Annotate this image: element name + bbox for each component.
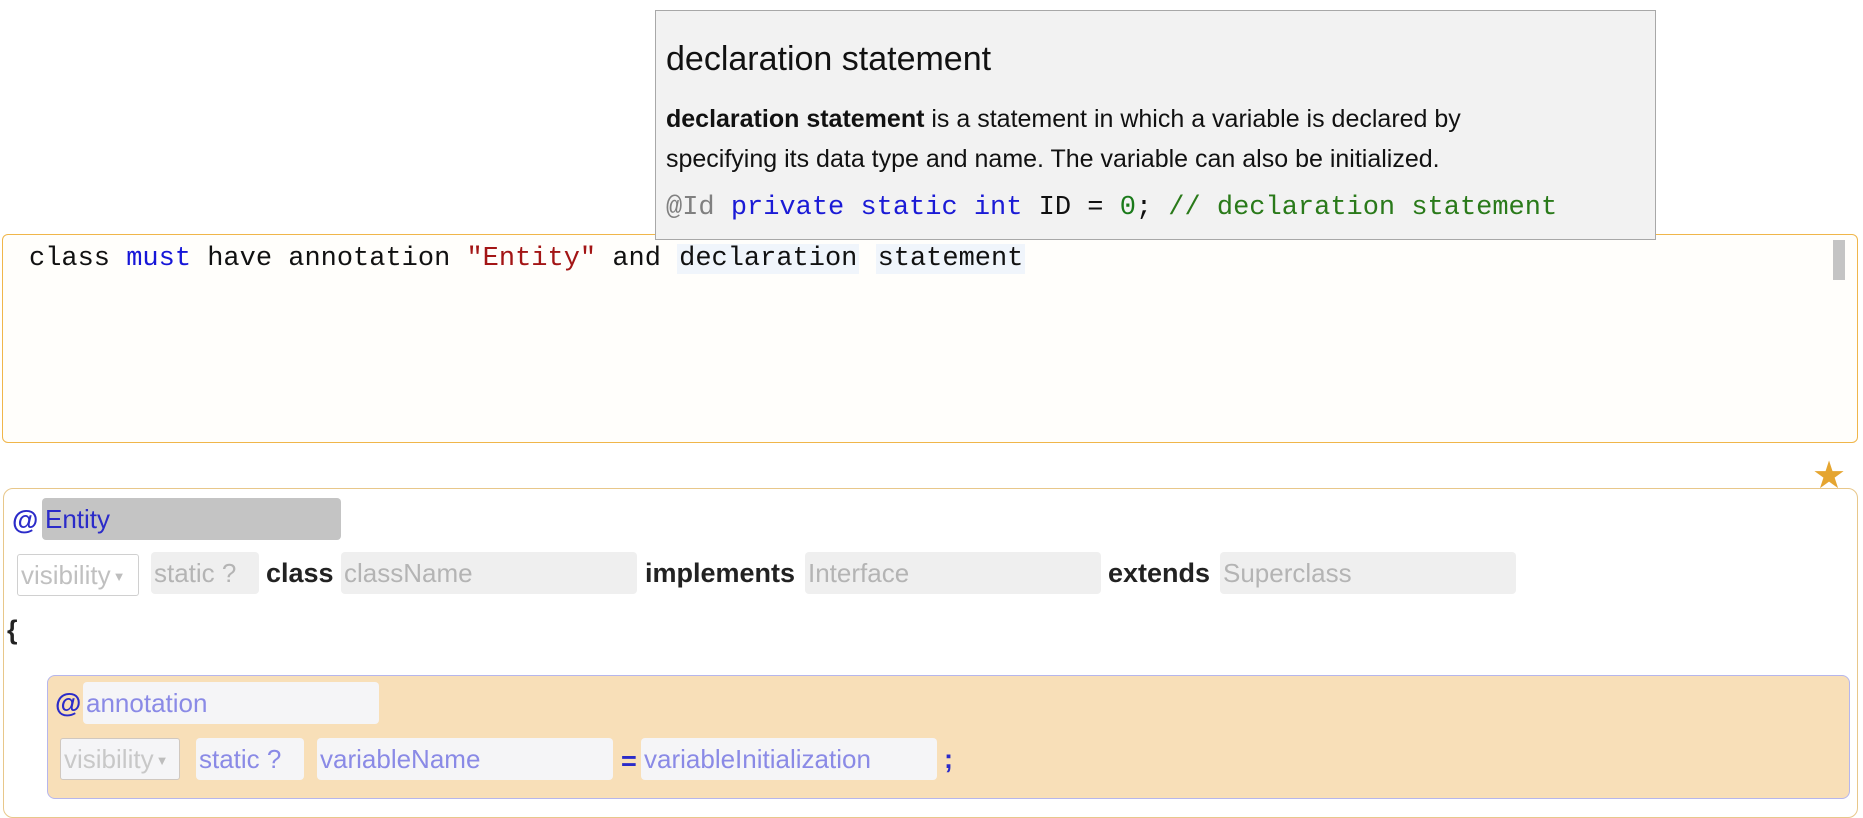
chevron-down-icon: ▼ [155, 753, 169, 769]
scrollbar-thumb[interactable] [1833, 240, 1845, 280]
rule-word-have-annotation: have annotation [207, 244, 451, 274]
chevron-down-icon: ▼ [112, 569, 126, 585]
tooltip-term: declaration statement [666, 105, 925, 133]
code-keyword-int: int [973, 193, 1023, 223]
rule-word-statement[interactable]: statement [875, 244, 1026, 274]
code-keyword-private: private [730, 193, 845, 223]
class-name-input[interactable]: className [341, 552, 637, 594]
equals-sign: = [621, 746, 637, 776]
static-toggle[interactable]: static ? [151, 552, 259, 594]
member-declaration-panel: @ annotation visibility ▼ static ? variab… [47, 675, 1850, 799]
rule-word-must: must [126, 244, 192, 274]
tooltip-description: declaration statement is a statement in … [666, 99, 1645, 179]
member-annotation-at-symbol: @ [55, 688, 82, 718]
variable-initialization-input[interactable]: variableInitialization [641, 738, 937, 780]
code-semicolon: ; [1135, 193, 1153, 223]
member-static-toggle[interactable]: static ? [196, 738, 304, 780]
tooltip-code-example: @Id private static int ID = 0; // declar… [666, 193, 1645, 223]
code-keyword-static: static [860, 193, 958, 223]
keyword-class: class [266, 558, 334, 588]
tooltip-desc-line1: is a statement in which a variable is de… [924, 105, 1461, 133]
code-identifier: ID = [1038, 193, 1104, 223]
member-visibility-select[interactable]: visibility ▼ [60, 738, 180, 780]
semicolon: ; [944, 744, 953, 774]
open-brace: { [7, 615, 18, 645]
member-visibility-label: visibility [64, 744, 154, 774]
rule-text-line[interactable]: class must have annotation "Entity" and … [29, 241, 1026, 277]
variable-name-input[interactable]: variableName [317, 738, 613, 780]
rule-editor[interactable]: class must have annotation "Entity" and … [2, 234, 1858, 443]
rule-word-and: and [612, 244, 661, 274]
keyword-implements: implements [645, 558, 796, 588]
rule-word-entity-string: "Entity" [466, 244, 597, 274]
code-number: 0 [1119, 193, 1136, 223]
rule-word-class: class [29, 244, 111, 274]
tooltip-title: declaration statement [666, 40, 992, 78]
visibility-select[interactable]: visibility ▼ [17, 554, 139, 596]
tooltip-desc-line2: specifying its data type and name. The v… [666, 145, 1440, 173]
interface-input[interactable]: Interface [805, 552, 1101, 594]
superclass-input[interactable]: Superclass [1220, 552, 1516, 594]
tooltip-popup: declaration statement declaration statem… [655, 10, 1656, 240]
rule-word-declaration[interactable]: declaration [677, 244, 860, 274]
annotation-entity-field[interactable]: Entity [42, 498, 341, 540]
code-annotation: @Id [666, 193, 715, 223]
keyword-extends: extends [1108, 558, 1211, 588]
visibility-label: visibility [21, 560, 111, 590]
code-comment: // declaration statement [1168, 193, 1558, 223]
annotation-at-symbol: @ [12, 505, 39, 535]
member-annotation-input[interactable]: annotation [83, 682, 379, 724]
class-template-panel: @ Entity visibility ▼ static ? class clas… [3, 488, 1858, 818]
